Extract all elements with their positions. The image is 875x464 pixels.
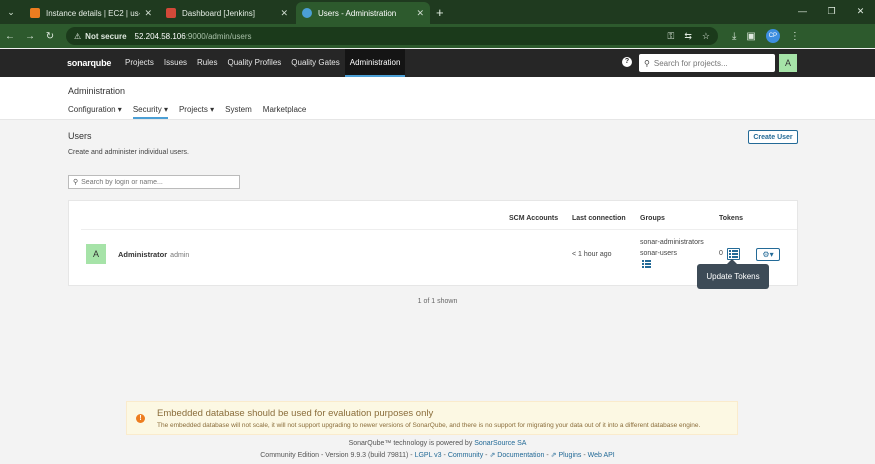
browser-tab-bar: ⌄ Instance details | EC2 | us-east ✕ Das…: [0, 0, 875, 24]
create-user-button[interactable]: Create User: [748, 130, 798, 144]
tab-security[interactable]: Security ▾: [132, 105, 168, 119]
project-search[interactable]: ⚲: [639, 54, 775, 72]
new-tab-button[interactable]: +: [436, 2, 444, 24]
gear-icon: ⚙▾: [762, 250, 774, 259]
license-link[interactable]: LGPL v3: [415, 452, 442, 459]
footer-text: SonarQube™ technology is powered by: [348, 440, 475, 447]
warning-title: Embedded database should be used for eva…: [157, 408, 434, 419]
warning-text: The embedded database will not scale, it…: [157, 422, 701, 429]
users-title: Users: [68, 131, 92, 141]
nav-rules[interactable]: Rules: [192, 49, 222, 77]
sidepanel-icon[interactable]: ▣: [746, 31, 755, 42]
avatar: A: [86, 244, 106, 264]
footer-version: Community Edition - Version 9.9.3 (build…: [260, 452, 615, 459]
key-icon[interactable]: ⚿: [668, 31, 675, 42]
nav-issues[interactable]: Issues: [159, 49, 192, 77]
tab-system[interactable]: System: [225, 105, 252, 119]
user-display-name: Administrator: [118, 250, 168, 259]
aws-favicon-icon: [30, 8, 40, 18]
web-api-link[interactable]: Web API: [588, 452, 615, 459]
tab-projects[interactable]: Projects ▾: [179, 105, 214, 119]
sonarsource-link[interactable]: SonarSource SA: [474, 440, 526, 447]
maximize-icon[interactable]: ❐: [817, 0, 846, 24]
user-search-input[interactable]: [81, 178, 232, 186]
footer-powered: SonarQube™ technology is powered by Sona…: [0, 440, 875, 447]
user-search[interactable]: ⚲: [68, 175, 240, 189]
nav-administration[interactable]: Administration: [344, 49, 406, 77]
nav-quality-profiles[interactable]: Quality Profiles: [222, 49, 286, 77]
browser-tab-ec2[interactable]: Instance details | EC2 | us-east ✕: [24, 2, 158, 24]
browser-toolbar: ← → ↻ ⚠ Not secure 52.204.58.106:9000/ad…: [0, 24, 875, 48]
page-title: Administration: [68, 86, 126, 96]
tab-configuration[interactable]: Configuration ▾: [68, 105, 122, 119]
close-window-icon[interactable]: ✕: [846, 0, 875, 24]
kebab-menu-icon[interactable]: ⋮: [790, 31, 800, 42]
help-icon[interactable]: ?: [622, 57, 632, 67]
community-link[interactable]: Community: [448, 452, 483, 459]
nav-quality-gates[interactable]: Quality Gates: [286, 49, 344, 77]
url-host: 52.204.58.106: [134, 31, 186, 41]
alert-icon: !: [136, 414, 145, 423]
admin-header: Administration Configuration ▾ Security …: [0, 77, 875, 120]
close-tab-icon[interactable]: ✕: [144, 8, 152, 19]
tab-title: Instance details | EC2 | us-east: [46, 8, 141, 18]
warning-icon[interactable]: ⚠: [74, 32, 81, 41]
search-icon: ⚲: [73, 179, 79, 186]
bookmark-star-icon[interactable]: ☆: [702, 31, 710, 42]
security-label[interactable]: Not secure: [85, 32, 126, 41]
translate-icon[interactable]: ⇆: [684, 31, 692, 42]
column-header: Last connection: [572, 215, 626, 222]
external-link-icon: ⇗: [550, 452, 557, 459]
nav-projects[interactable]: Projects: [120, 49, 159, 77]
edit-groups-icon[interactable]: [642, 260, 651, 268]
sonarqube-favicon-icon: [302, 8, 312, 18]
users-description: Create and administer individual users.: [68, 149, 190, 156]
embedded-db-warning: ! Embedded database should be used for e…: [126, 401, 738, 435]
user-actions-button[interactable]: ⚙▾: [756, 248, 780, 261]
browser-tab-sonarqube[interactable]: Users - Administration ✕: [296, 2, 430, 24]
plugins-link[interactable]: Plugins: [558, 452, 581, 459]
documentation-link[interactable]: Documentation: [497, 452, 544, 459]
jenkins-favicon-icon: [166, 8, 176, 18]
column-header: Groups: [640, 215, 665, 222]
close-tab-icon[interactable]: ✕: [280, 8, 288, 19]
column-header: Tokens: [719, 215, 743, 222]
external-link-icon: ⇗: [489, 452, 496, 459]
tab-marketplace[interactable]: Marketplace: [263, 105, 307, 119]
divider: [81, 229, 797, 230]
group-item: sonar-administrators: [640, 239, 704, 246]
users-table: SCM Accounts Last connection Groups Toke…: [68, 200, 798, 286]
tab-search-icon[interactable]: ⌄: [0, 0, 22, 24]
profile-avatar[interactable]: CP: [765, 29, 780, 43]
token-count: 0: [719, 250, 723, 257]
user-login: admin: [170, 252, 190, 259]
search-icon: ⚲: [644, 58, 650, 68]
browser-tab-jenkins[interactable]: Dashboard [Jenkins] ✕: [160, 2, 294, 24]
address-bar[interactable]: ⚠ Not secure 52.204.58.106:9000/admin/us…: [66, 27, 718, 45]
list-icon: [729, 250, 738, 258]
project-search-input[interactable]: [653, 58, 764, 68]
close-tab-icon[interactable]: ✕: [416, 8, 424, 19]
tab-title: Users - Administration: [318, 8, 397, 18]
sonarqube-navbar: sonarqube Projects Issues Rules Quality …: [0, 49, 875, 77]
reload-icon[interactable]: ↻: [40, 31, 60, 42]
url-path: :9000/admin/users: [185, 31, 252, 41]
update-tokens-tooltip: Update Tokens: [697, 259, 769, 289]
user-groups: sonar-administrators sonar-users: [640, 237, 704, 259]
minimize-icon[interactable]: —: [788, 0, 817, 24]
last-connection: < 1 hour ago: [572, 251, 612, 258]
user-name: Administrator admin: [118, 250, 189, 259]
column-header: SCM Accounts: [509, 215, 559, 222]
group-item: sonar-users: [640, 250, 677, 257]
sonarqube-logo[interactable]: sonarqube: [67, 58, 117, 68]
user-avatar[interactable]: A: [779, 54, 797, 72]
download-icon[interactable]: ⤓: [732, 31, 736, 42]
forward-icon[interactable]: →: [20, 31, 40, 42]
pagination-count: 1 of 1 shown: [417, 298, 458, 305]
back-icon[interactable]: ←: [0, 31, 20, 42]
footer-edition: Community Edition - Version 9.9.3 (build…: [260, 452, 415, 459]
tab-title: Dashboard [Jenkins]: [182, 8, 255, 18]
